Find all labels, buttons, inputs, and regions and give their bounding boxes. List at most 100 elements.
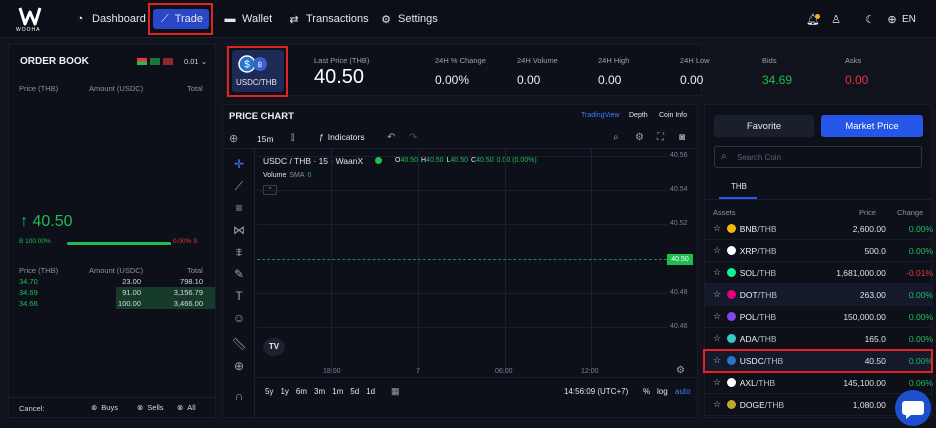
precision-select[interactable]: 0.01 ⌄ <box>184 57 207 66</box>
chart-settings-icon[interactable]: ⚙ <box>676 365 685 376</box>
undo-icon[interactable]: ↶ <box>387 132 395 143</box>
star-icon[interactable]: ☆ <box>713 223 727 234</box>
language-selector[interactable]: ⊕ EN <box>886 9 916 29</box>
camera-icon[interactable]: ◙ <box>679 132 685 143</box>
magnet-icon[interactable]: ∩ <box>231 389 247 403</box>
notification-button[interactable]: 🔔︎ <box>806 9 820 29</box>
favorite-tab[interactable]: Favorite <box>714 115 814 137</box>
brand-logo[interactable] <box>18 6 42 26</box>
pair-selector[interactable]: $ ฿ USDC/THB <box>232 50 284 92</box>
auto-toggle[interactable]: auto <box>675 387 691 396</box>
crosshair-icon[interactable]: ✛ <box>231 157 247 171</box>
add-icon[interactable]: ⊕ <box>229 132 238 145</box>
table-row[interactable]: 34.66 100.00 3,466.00 <box>9 298 215 309</box>
nav-trade[interactable]: ⟋ Trade <box>153 9 209 29</box>
range-1y[interactable]: 1y <box>280 387 288 396</box>
sma-label: SMA <box>289 172 305 179</box>
percent-toggle[interactable]: % <box>643 387 650 396</box>
range-buttons: 5y 1y 6m 3m 1m 5d 1d <box>265 387 375 396</box>
star-icon[interactable]: ☆ <box>713 311 727 322</box>
calendar-icon[interactable]: ▦ <box>391 386 400 397</box>
nav-wallet[interactable]: ▬ Wallet <box>216 9 280 29</box>
quote-tab-thb[interactable]: THB <box>731 182 747 191</box>
theme-toggle[interactable]: ☾ <box>864 9 876 29</box>
trend-line-icon[interactable]: ⟋ <box>231 179 247 194</box>
usdc-coin-icon: $ ฿ <box>238 55 267 73</box>
market-base: DOT <box>739 289 758 300</box>
market-row-pol[interactable]: ☆ POL/THB 150,000.00 0.00% <box>705 306 933 328</box>
view-asks-icon[interactable] <box>163 58 173 65</box>
ob-sell-pct: 0.00% S <box>173 238 198 245</box>
range-5y[interactable]: 5y <box>265 387 273 396</box>
coin-icon <box>726 400 736 409</box>
profile-button[interactable]: ♙ <box>830 9 842 29</box>
market-row-bnb[interactable]: ☆ BNB/THB 2,600.00 0.00% <box>705 218 933 240</box>
volume-value: 0 <box>307 172 312 179</box>
ruler-icon[interactable]: 📏︎ <box>231 337 247 351</box>
range-1d[interactable]: 1d <box>366 387 375 396</box>
nav-dashboard[interactable]: ◔ Dashboard <box>66 9 154 29</box>
star-icon[interactable]: ☆ <box>713 267 727 278</box>
ohlc-h-value: 40.50 <box>426 157 444 164</box>
search-input[interactable]: ⌕ Search Coin <box>714 146 922 168</box>
star-icon[interactable]: ☆ <box>713 289 727 300</box>
view-bids-icon[interactable] <box>150 58 160 65</box>
market-quote: /THB <box>764 399 785 410</box>
star-icon[interactable]: ☆ <box>713 355 727 366</box>
market-change: 0.00% <box>908 223 933 234</box>
market-pair: BNB/THB <box>726 224 815 234</box>
market-row-xrp[interactable]: ☆ XRP/THB 500.0 0.00% <box>705 240 933 262</box>
table-row[interactable]: 34.70 23.00 798.10 <box>9 276 215 287</box>
market-row-ada[interactable]: ☆ ADA/THB 165.0 0.00% <box>705 328 933 350</box>
cancel-sells-button[interactable]: ⊗ Sells <box>137 403 164 412</box>
candles-icon[interactable]: ⫾ <box>291 132 294 143</box>
tab-coin-info[interactable]: Coin Info <box>659 112 687 119</box>
cancel-all-button[interactable]: ⊗ All <box>177 403 196 412</box>
tab-tradingview[interactable]: TradingView <box>581 112 620 119</box>
chat-button[interactable] <box>895 390 931 426</box>
chat-bubble-icon <box>902 401 924 419</box>
text-icon[interactable]: T <box>231 289 247 303</box>
emoji-icon[interactable]: ☺ <box>231 311 247 325</box>
table-row[interactable]: 34.69 91.00 3,156.79 <box>9 287 215 298</box>
stat-change-value: 0.00% <box>435 73 470 87</box>
bell-icon: 🔔︎ <box>806 13 820 26</box>
brush-icon[interactable]: ✎ <box>231 267 247 281</box>
horizontal-lines-icon[interactable]: ≡ <box>231 201 247 215</box>
cancel-buys-button[interactable]: ⊗ Buys <box>91 403 118 412</box>
pattern-icon[interactable]: ⩨ <box>231 245 247 260</box>
stat-low-value: 0.00 <box>680 73 704 87</box>
gear-icon[interactable]: ⚙ <box>635 132 644 143</box>
tab-depth[interactable]: Depth <box>629 112 648 119</box>
log-toggle[interactable]: log <box>657 387 668 396</box>
star-icon[interactable]: ☆ <box>713 333 727 344</box>
redo-icon[interactable]: ↷ <box>409 132 417 143</box>
order-book-view-toggles[interactable] <box>137 58 173 65</box>
fullscreen-icon[interactable]: ⛶ <box>657 132 664 143</box>
search-icon[interactable]: ⌕ <box>613 132 619 143</box>
view-both-icon[interactable] <box>137 58 147 65</box>
pitchfork-icon[interactable]: ⋈ <box>231 223 247 237</box>
star-icon[interactable]: ☆ <box>713 245 727 256</box>
star-icon[interactable]: ☆ <box>713 399 727 410</box>
market-row-sol[interactable]: ☆ SOL/THB 1,681,000.00 -0.01% <box>705 262 933 284</box>
tradingview-logo[interactable]: TV <box>263 338 285 356</box>
nav-transactions[interactable]: ⇄ Transactions <box>280 9 377 29</box>
market-row-dot[interactable]: ☆ DOT/THB 263.00 0.00% <box>705 284 933 306</box>
range-1m[interactable]: 1m <box>332 387 343 396</box>
nav-settings[interactable]: ⚙ Settings <box>372 9 446 29</box>
ob-header-price: Price (THB) <box>19 84 59 93</box>
grid-line <box>591 149 592 374</box>
zoom-in-icon[interactable]: ⊕ <box>231 359 247 373</box>
range-6m[interactable]: 6m <box>296 387 307 396</box>
range-3m[interactable]: 3m <box>314 387 325 396</box>
star-icon[interactable]: ☆ <box>713 377 727 388</box>
indicators-button[interactable]: ƒ Indicators <box>319 132 365 142</box>
market-price: 1,080.00 <box>852 399 886 410</box>
market-price-tab[interactable]: Market Price <box>821 115 923 137</box>
market-row-usdc[interactable]: ☆ USDC/THB 40.50 0.00% <box>705 350 933 372</box>
market-change: 0.00% <box>908 245 933 256</box>
markets-header-price: Price <box>859 208 877 217</box>
range-5d[interactable]: 5d <box>350 387 359 396</box>
interval-select[interactable]: 15m <box>257 134 274 144</box>
